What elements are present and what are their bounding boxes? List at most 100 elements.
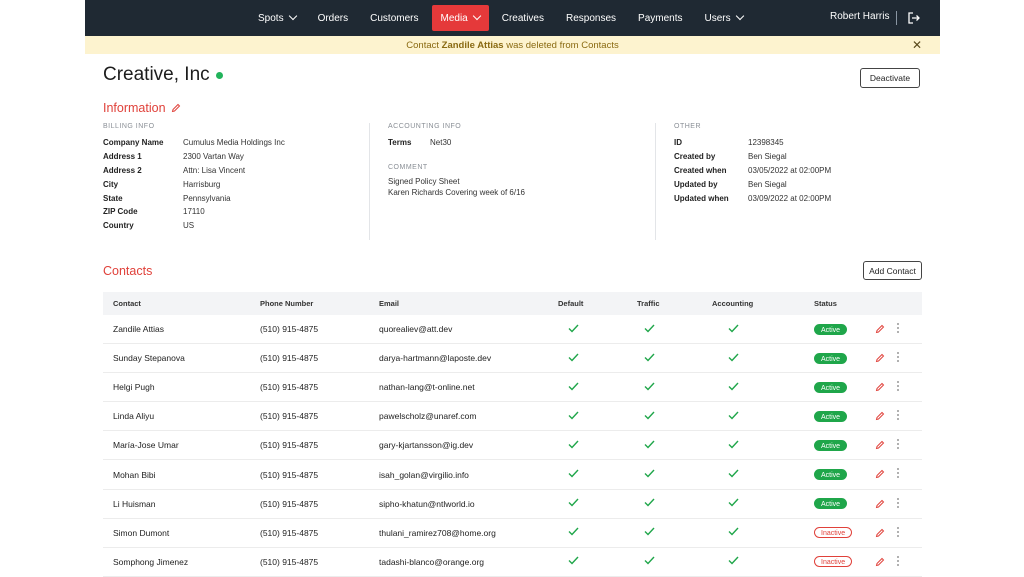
information-heading: Information bbox=[103, 101, 181, 115]
more-vertical-icon[interactable] bbox=[896, 526, 900, 537]
info-value: 12398345 bbox=[748, 138, 784, 148]
pencil-icon[interactable] bbox=[875, 324, 885, 336]
more-vertical-icon[interactable] bbox=[896, 410, 900, 421]
contact-phone: (510) 915-4875 bbox=[260, 440, 319, 451]
contact-email: gary-kjartansson@ig.dev bbox=[379, 440, 474, 451]
column-header-default[interactable]: Default bbox=[558, 299, 583, 308]
top-nav: Spots Orders Customers Media Creatives Respon… bbox=[85, 0, 940, 36]
contact-name[interactable]: Somphong Jimenez bbox=[113, 557, 188, 567]
pencil-icon[interactable] bbox=[875, 499, 885, 511]
table-row[interactable]: Simon Dumont (510) 915-4875 thulani_ramire… bbox=[103, 519, 922, 548]
nav-item-payments[interactable]: Payments bbox=[629, 5, 691, 31]
column-header-contact[interactable]: Contact bbox=[113, 299, 141, 308]
table-row[interactable]: Sunday Stepanova (510) 915-4875 darya-hart… bbox=[103, 344, 922, 374]
pencil-icon[interactable] bbox=[875, 411, 885, 423]
more-vertical-icon[interactable] bbox=[896, 497, 900, 508]
column-header-status[interactable]: Status bbox=[814, 299, 837, 308]
nav-item-spots[interactable]: Spots bbox=[249, 5, 305, 31]
chevron-down-icon bbox=[288, 11, 297, 21]
contact-name[interactable]: Sunday Stepanova bbox=[113, 353, 185, 363]
info-label: City bbox=[103, 179, 119, 189]
table-row[interactable]: Helgi Pugh (510) 915-4875 nathan-lang@t-on… bbox=[103, 373, 922, 403]
info-row: Country US bbox=[103, 219, 363, 233]
more-vertical-icon[interactable] bbox=[896, 352, 900, 363]
logout-icon[interactable] bbox=[907, 11, 921, 25]
nav-item-media[interactable]: Media bbox=[431, 5, 489, 31]
contact-phone: (510) 915-4875 bbox=[260, 527, 319, 538]
chevron-down-icon bbox=[472, 11, 481, 21]
info-value: Harrisburg bbox=[183, 179, 221, 189]
pencil-icon[interactable] bbox=[875, 557, 885, 569]
table-row[interactable]: Linda Aliyu (510) 915-4875 pawelscholz@una… bbox=[103, 402, 922, 432]
app-frame: Spots Orders Customers Media Creatives Respon… bbox=[85, 0, 940, 577]
status-badge: Active bbox=[814, 410, 848, 422]
pencil-icon[interactable] bbox=[875, 528, 885, 540]
contact-name[interactable]: Simon Dumont bbox=[113, 528, 169, 538]
contact-email: isah_golan@virgilio.info bbox=[379, 469, 469, 480]
table-row[interactable]: Li Huisman (510) 915-4875 sipho-khatun@ntl… bbox=[103, 490, 922, 519]
info-row: Address 2 Attn: Lisa Vincent bbox=[103, 164, 363, 178]
contact-name[interactable]: María-Jose Umar bbox=[113, 440, 179, 450]
billing-info-heading: BILLING INFO bbox=[103, 123, 155, 130]
nav-item-orders[interactable]: Orders bbox=[309, 5, 358, 31]
check-icon bbox=[644, 440, 655, 451]
table-row[interactable]: Mohan Bibi (510) 915-4875 isah_golan@virgi… bbox=[103, 460, 922, 490]
deactivate-button[interactable]: Deactivate bbox=[860, 68, 920, 88]
table-row[interactable]: Zandile Attias (510) 915-4875 quorealiev@a… bbox=[103, 315, 922, 345]
accounting-info: ACCOUNTING INFO Terms Net30 COMMENT Sign… bbox=[388, 123, 648, 199]
check-icon bbox=[568, 382, 579, 393]
contact-phone: (510) 915-4875 bbox=[260, 411, 319, 422]
status-badge: Active bbox=[814, 381, 848, 393]
nav-item-responses[interactable]: Responses bbox=[557, 5, 625, 31]
contact-name[interactable]: Linda Aliyu bbox=[113, 411, 154, 421]
nav-menu: Spots Orders Customers Media Creatives Respon… bbox=[247, 0, 754, 36]
nav-item-creatives[interactable]: Creatives bbox=[493, 5, 553, 31]
pencil-icon[interactable] bbox=[875, 382, 885, 394]
column-header-traffic[interactable]: Traffic bbox=[637, 299, 660, 308]
more-vertical-icon[interactable] bbox=[896, 439, 900, 450]
check-icon bbox=[568, 324, 579, 335]
more-vertical-icon[interactable] bbox=[896, 381, 900, 392]
contact-name[interactable]: Mohan Bibi bbox=[113, 470, 156, 480]
status-badge-label: Inactive bbox=[814, 556, 853, 568]
table-row[interactable]: María-Jose Umar (510) 915-4875 gary-kjarta… bbox=[103, 431, 922, 461]
column-header-accounting[interactable]: Accounting bbox=[712, 299, 753, 308]
nav-item-label: Responses bbox=[566, 12, 617, 24]
status-badge: Inactive bbox=[814, 556, 853, 568]
nav-item-customers[interactable]: Customers bbox=[361, 5, 427, 31]
contact-name[interactable]: Zandile Attias bbox=[113, 324, 164, 334]
info-value: Ben Siegal bbox=[748, 152, 787, 162]
pencil-icon[interactable] bbox=[171, 103, 181, 113]
check-icon bbox=[568, 556, 579, 567]
info-label: Country bbox=[103, 221, 134, 231]
contact-name[interactable]: Helgi Pugh bbox=[113, 382, 155, 392]
info-value: Pennsylvania bbox=[183, 193, 231, 203]
nav-item-users[interactable]: Users bbox=[696, 5, 752, 31]
info-row: ID 12398345 bbox=[674, 136, 924, 150]
table-row[interactable]: Somphong Jimenez (510) 915-4875 tadashi-bl… bbox=[103, 548, 922, 577]
add-contact-button[interactable]: Add Contact bbox=[863, 261, 922, 280]
user-name[interactable]: Robert Harris bbox=[830, 11, 889, 22]
notification-banner: Contact Zandile Attias was deleted from … bbox=[85, 36, 940, 54]
pencil-icon[interactable] bbox=[875, 440, 885, 452]
pencil-icon[interactable] bbox=[875, 469, 885, 481]
contact-name[interactable]: Li Huisman bbox=[113, 499, 156, 509]
check-icon bbox=[644, 382, 655, 393]
comment-line: Signed Policy Sheet bbox=[388, 176, 460, 186]
more-vertical-icon[interactable] bbox=[896, 323, 900, 333]
more-vertical-icon[interactable] bbox=[896, 468, 900, 479]
check-icon bbox=[644, 498, 655, 509]
check-icon bbox=[728, 353, 739, 364]
column-header-phone[interactable]: Phone Number bbox=[260, 299, 313, 308]
check-icon bbox=[568, 469, 579, 480]
check-icon bbox=[644, 324, 655, 335]
info-value: US bbox=[183, 221, 195, 231]
comment-line: Karen Richards Covering week of 6/16 bbox=[388, 187, 525, 197]
check-icon bbox=[568, 440, 579, 451]
pencil-icon[interactable] bbox=[875, 353, 885, 365]
information-title: Information bbox=[103, 101, 166, 115]
column-header-email[interactable]: Email bbox=[379, 299, 399, 308]
more-vertical-icon[interactable] bbox=[896, 555, 900, 566]
status-badge-label: Active bbox=[814, 498, 848, 510]
close-icon[interactable]: ✕ bbox=[912, 38, 922, 52]
